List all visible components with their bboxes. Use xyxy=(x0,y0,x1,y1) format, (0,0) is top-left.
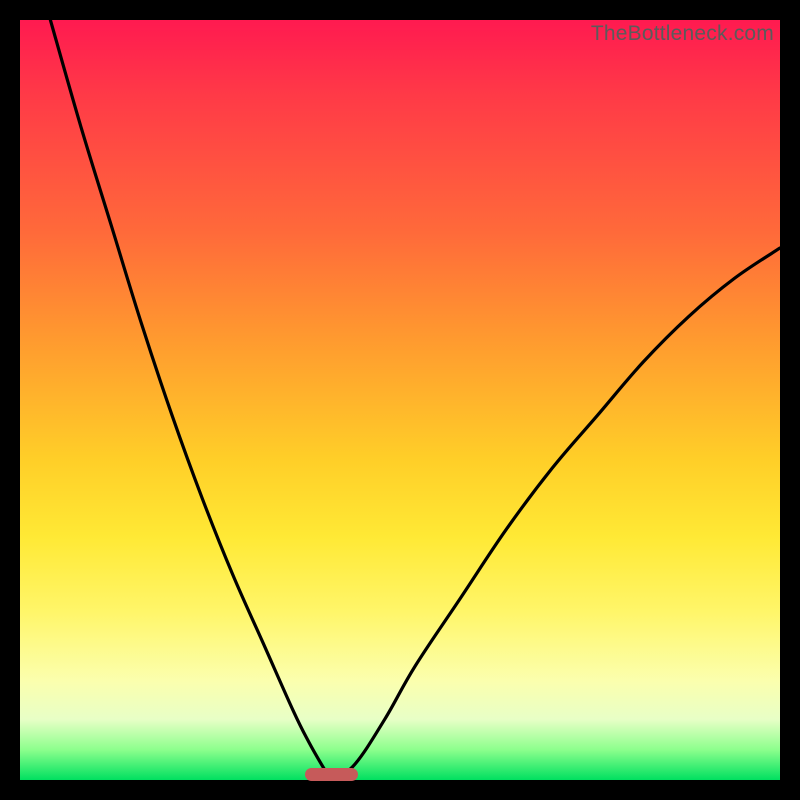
curve-layer xyxy=(20,20,780,780)
optimum-marker xyxy=(305,768,358,781)
left-curve xyxy=(50,20,331,780)
chart-frame: TheBottleneck.com xyxy=(20,20,780,780)
watermark-text: TheBottleneck.com xyxy=(591,22,774,46)
right-curve xyxy=(332,248,780,780)
plot-area xyxy=(20,20,780,780)
